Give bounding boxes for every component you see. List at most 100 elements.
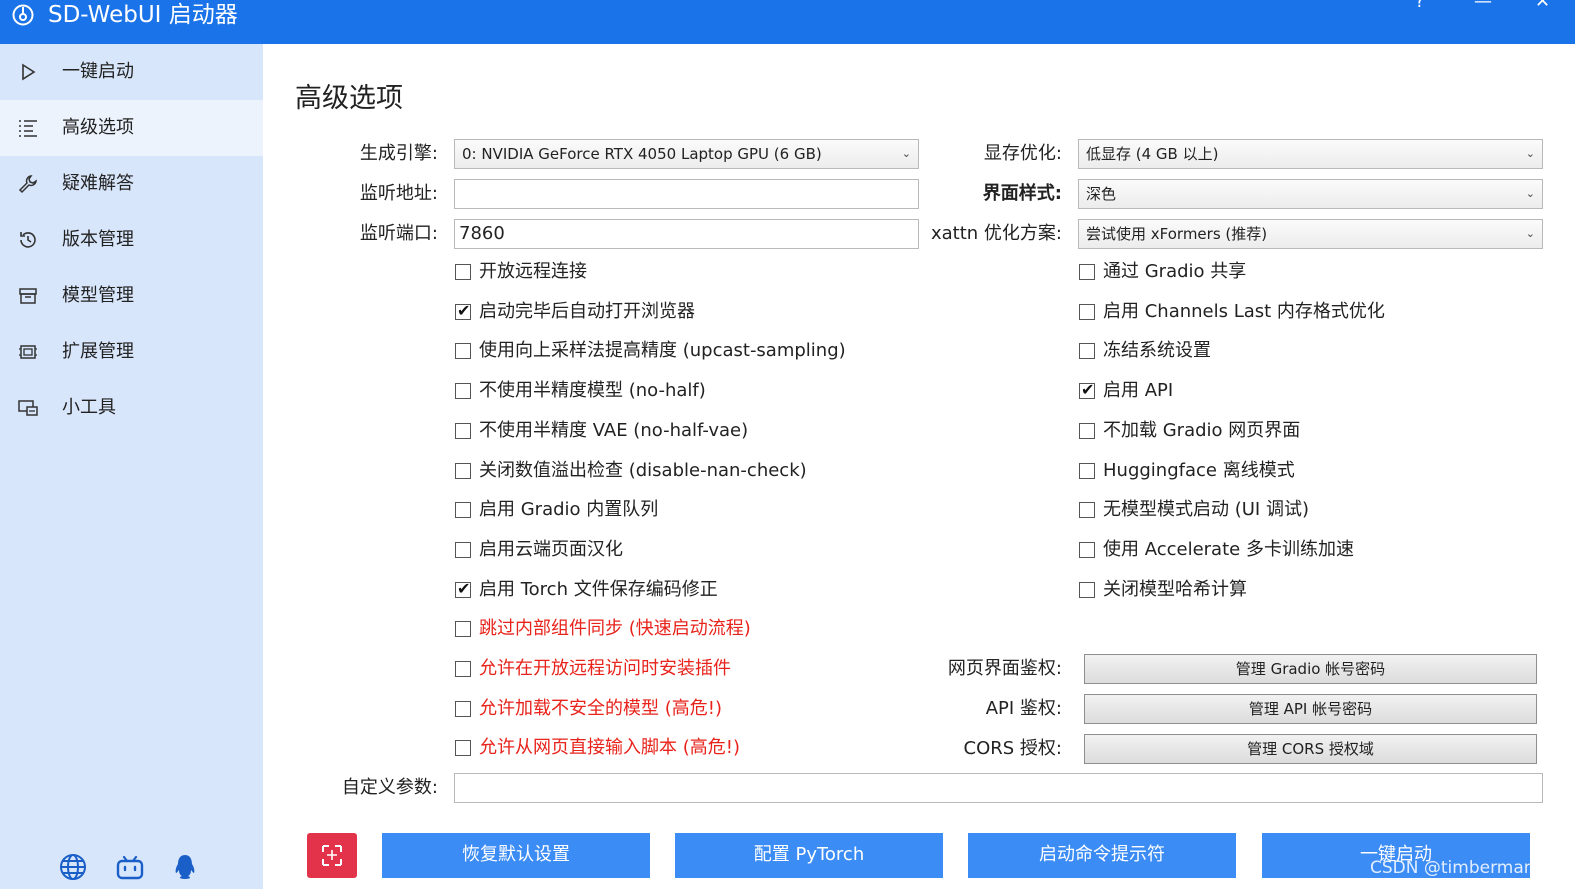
left-option-9[interactable]: 跳过内部组件同步 (快速启动流程)	[455, 618, 1015, 642]
sidebar-item-tools[interactable]: 小工具	[0, 380, 263, 436]
checkmark-icon: ✔	[457, 300, 471, 320]
main-panel: 高级选项 生成引擎: 0: NVIDIA GeForce RTX 4050 La…	[263, 44, 1575, 889]
listen-addr-input[interactable]	[454, 179, 919, 209]
left-option-6[interactable]: 启用 Gradio 内置队列	[455, 499, 1015, 523]
checkbox[interactable]	[455, 343, 471, 360]
option-label: 无模型模式启动 (UI 调试)	[1103, 499, 1309, 521]
left-option-7[interactable]: 启用云端页面汉化	[455, 539, 1015, 563]
screenshot-button[interactable]	[307, 833, 357, 878]
listen-port-input[interactable]: 7860	[454, 219, 919, 249]
checkbox[interactable]	[1079, 462, 1095, 479]
right-option-5[interactable]: Huggingface 离线模式	[1079, 460, 1575, 484]
engine-label: 生成引擎:	[359, 143, 438, 164]
checkbox[interactable]	[455, 264, 471, 280]
chevron-down-icon: ⌄	[1525, 147, 1535, 160]
engine-select[interactable]: 0: NVIDIA GeForce RTX 4050 Laptop GPU (6…	[454, 139, 919, 169]
web-auth-label: 网页界面鉴权:	[947, 658, 1062, 679]
option-label: 启动完毕后自动打开浏览器	[479, 300, 695, 322]
checkbox[interactable]	[1079, 581, 1095, 598]
scan-icon	[322, 845, 342, 866]
minimize-button[interactable]: —	[1474, 0, 1492, 12]
vram-select[interactable]: 低显存 (4 GB 以上) ⌄	[1078, 139, 1543, 169]
checkbox[interactable]	[455, 383, 471, 400]
app-logo-icon	[12, 4, 34, 26]
manage-api-auth-button[interactable]: 管理 API 帐号密码	[1084, 694, 1537, 724]
right-option-3[interactable]: ✔ 启用 API	[1079, 380, 1575, 404]
sidebar-item-models[interactable]: 模型管理	[0, 268, 263, 324]
left-option-0[interactable]: 开放远程连接	[455, 261, 1015, 285]
left-option-5[interactable]: 关闭数值溢出检查 (disable-nan-check)	[455, 460, 1015, 484]
checkbox[interactable]	[1079, 502, 1095, 519]
checkbox[interactable]	[455, 621, 471, 638]
right-option-4[interactable]: 不加载 Gradio 网页界面	[1079, 420, 1575, 444]
checkbox[interactable]	[1079, 303, 1095, 320]
manage-gradio-auth-button[interactable]: 管理 Gradio 帐号密码	[1084, 654, 1537, 684]
option-label: 不使用半精度 VAE (no-half-vae)	[479, 419, 749, 441]
close-button[interactable]: ✕	[1535, 0, 1550, 12]
custom-args-input[interactable]	[454, 773, 1543, 803]
qq-icon[interactable]	[170, 852, 200, 882]
checkbox[interactable]	[455, 422, 471, 439]
open-terminal-button[interactable]: 启动命令提示符	[968, 833, 1236, 878]
checkbox[interactable]	[1079, 264, 1095, 280]
option-label: Huggingface 离线模式	[1103, 459, 1295, 481]
manage-cors-button[interactable]: 管理 CORS 授权域	[1084, 734, 1537, 764]
checkbox[interactable]	[455, 541, 471, 558]
sidebar: 一键启动 高级选项 疑难解答 版本管理 模型管理 扩展管理 小工具	[0, 44, 263, 889]
globe-icon[interactable]	[58, 852, 88, 882]
sidebar-item-label: 高级选项	[62, 117, 134, 138]
sidebar-item-extensions[interactable]: 扩展管理	[0, 324, 263, 380]
sidebar-item-label: 模型管理	[62, 285, 134, 306]
checkbox-checked[interactable]: ✔	[1079, 380, 1095, 400]
chip-icon	[19, 345, 37, 359]
checkbox[interactable]	[1079, 343, 1095, 360]
left-option-3[interactable]: 不使用半精度模型 (no-half)	[455, 380, 1015, 404]
right-option-2[interactable]: 冻结系统设置	[1079, 340, 1575, 364]
option-label: 使用向上采样法提高精度 (upcast-sampling)	[479, 340, 846, 362]
help-button[interactable]: ?	[1415, 0, 1425, 12]
left-option-2[interactable]: 使用向上采样法提高精度 (upcast-sampling)	[455, 340, 1015, 364]
checkbox-checked[interactable]: ✔	[455, 300, 471, 320]
left-option-4[interactable]: 不使用半精度 VAE (no-half-vae)	[455, 420, 1015, 444]
title-bar: SD-WebUI 启动器 ? — ✕	[0, 0, 1575, 44]
left-option-8[interactable]: ✔ 启用 Torch 文件保存编码修正	[455, 579, 1015, 603]
vram-select-value: 低显存 (4 GB 以上)	[1086, 145, 1219, 163]
right-option-8[interactable]: 关闭模型哈希计算	[1079, 579, 1575, 603]
vram-label: 显存优化:	[983, 143, 1062, 164]
option-label: 启用 Torch 文件保存编码修正	[479, 578, 718, 600]
checkbox[interactable]	[455, 740, 471, 757]
checkbox[interactable]	[1079, 541, 1095, 558]
chevron-down-icon: ⌄	[1525, 187, 1535, 200]
sidebar-item-launch[interactable]: 一键启动	[0, 44, 263, 100]
checkbox[interactable]	[455, 462, 471, 479]
right-option-1[interactable]: 启用 Channels Last 内存格式优化	[1079, 301, 1575, 325]
configure-pytorch-button[interactable]: 配置 PyTorch	[675, 833, 943, 878]
checkbox[interactable]	[455, 661, 471, 677]
xattn-select[interactable]: 尝试使用 xFormers (推荐) ⌄	[1078, 219, 1543, 249]
sidebar-item-troubleshoot[interactable]: 疑难解答	[0, 156, 263, 212]
right-option-6[interactable]: 无模型模式启动 (UI 调试)	[1079, 499, 1575, 523]
engine-select-value: 0: NVIDIA GeForce RTX 4050 Laptop GPU (6…	[462, 145, 822, 163]
option-label: 启用 API	[1103, 380, 1174, 402]
api-auth-label: API 鉴权:	[985, 698, 1062, 719]
restore-defaults-button[interactable]: 恢复默认设置	[382, 833, 650, 878]
right-option-0[interactable]: 通过 Gradio 共享	[1079, 261, 1575, 285]
bilibili-icon[interactable]	[115, 852, 145, 882]
archive-icon	[19, 288, 37, 304]
sidebar-item-label: 扩展管理	[62, 341, 134, 362]
checkbox[interactable]	[455, 502, 471, 519]
theme-select[interactable]: 深色 ⌄	[1078, 179, 1543, 209]
sidebar-item-versions[interactable]: 版本管理	[0, 212, 263, 268]
option-label: 启用云端页面汉化	[479, 538, 623, 560]
history-icon	[20, 232, 36, 248]
xattn-select-value: 尝试使用 xFormers (推荐)	[1086, 225, 1268, 243]
checkbox[interactable]	[455, 700, 471, 717]
checkmark-icon: ✔	[457, 578, 471, 598]
option-label: 允许从网页直接输入脚本 (高危!)	[479, 737, 740, 759]
checkbox-checked[interactable]: ✔	[455, 578, 471, 598]
option-label: 开放远程连接	[479, 261, 587, 282]
sidebar-item-advanced[interactable]: 高级选项	[0, 100, 263, 156]
left-option-1[interactable]: ✔ 启动完毕后自动打开浏览器	[455, 301, 1015, 325]
checkbox[interactable]	[1079, 422, 1095, 439]
right-option-7[interactable]: 使用 Accelerate 多卡训练加速	[1079, 539, 1575, 563]
